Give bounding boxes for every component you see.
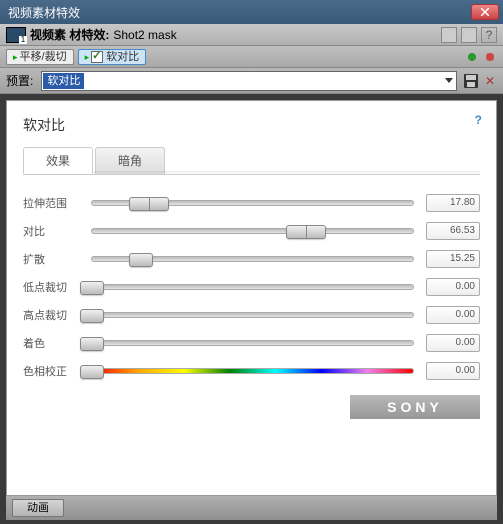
param-label: 拉伸范围 bbox=[23, 195, 91, 211]
value-input[interactable]: 17.80 bbox=[426, 194, 480, 212]
slider-handle[interactable] bbox=[80, 309, 104, 323]
tab-bar: 效果 暗角 bbox=[23, 147, 480, 175]
footer-bar: 动画 bbox=[6, 496, 497, 520]
value-input[interactable]: 0.00 bbox=[426, 306, 480, 324]
param-row: 高点裁切0.00 bbox=[23, 301, 480, 329]
chain-label: 软对比 bbox=[106, 50, 139, 64]
param-row: 扩散 15.25 bbox=[23, 245, 480, 273]
arrow-icon: ▸ bbox=[13, 50, 18, 64]
param-row: 色相校正0.00 bbox=[23, 357, 480, 385]
window-title: 视频素材特效 bbox=[4, 4, 471, 21]
slider[interactable] bbox=[91, 228, 414, 234]
chevron-down-icon bbox=[445, 78, 453, 83]
preset-dropdown[interactable]: 软对比 bbox=[41, 71, 457, 91]
slider-handle[interactable] bbox=[129, 197, 169, 211]
param-label: 对比 bbox=[23, 223, 91, 239]
preset-label: 预置: bbox=[6, 72, 33, 89]
effect-panel: 软对比 ? 效果 暗角 拉伸范围 17.80 对比 66.53 扩散 15.25 低点裁切0… bbox=[6, 100, 497, 496]
preset-bar: 预置: 软对比 ✕ bbox=[0, 68, 503, 94]
slider[interactable] bbox=[91, 284, 414, 290]
slider-handle[interactable] bbox=[80, 365, 104, 379]
help-button[interactable]: ? bbox=[481, 27, 497, 43]
header-toolbar: 视频素 材特效: Shot2 mask ? bbox=[0, 24, 503, 46]
value-input[interactable]: 0.00 bbox=[426, 278, 480, 296]
sony-logo: SONY bbox=[350, 395, 480, 419]
media-icon bbox=[6, 27, 26, 43]
param-row: 低点裁切0.00 bbox=[23, 273, 480, 301]
panel-help-button[interactable]: ? bbox=[475, 113, 482, 127]
slider-handle[interactable] bbox=[80, 337, 104, 351]
param-row: 拉伸范围 17.80 bbox=[23, 189, 480, 217]
close-button[interactable] bbox=[471, 4, 499, 20]
slider[interactable] bbox=[91, 340, 414, 346]
header-subtitle: Shot2 mask bbox=[113, 28, 176, 42]
param-row: 着色0.00 bbox=[23, 329, 480, 357]
slider[interactable] bbox=[91, 368, 414, 374]
param-label: 扩散 bbox=[23, 251, 91, 267]
remove-plugin-button[interactable] bbox=[483, 50, 497, 64]
brand-row: SONY bbox=[23, 395, 480, 419]
save-preset-button[interactable] bbox=[463, 73, 479, 89]
slider[interactable] bbox=[91, 256, 414, 262]
list-view-button[interactable] bbox=[441, 27, 457, 43]
delete-preset-button[interactable]: ✕ bbox=[483, 74, 497, 88]
slider-handle[interactable] bbox=[286, 225, 326, 239]
slider-handle[interactable] bbox=[80, 281, 104, 295]
check-icon bbox=[91, 51, 103, 63]
grid-view-button[interactable] bbox=[461, 27, 477, 43]
preset-selected: 软对比 bbox=[43, 73, 84, 89]
parameter-list: 拉伸范围 17.80 对比 66.53 扩散 15.25 低点裁切0.00高点裁切0.00着… bbox=[23, 189, 480, 385]
slider[interactable] bbox=[91, 312, 414, 318]
value-input[interactable]: 15.25 bbox=[426, 250, 480, 268]
tab-vignette[interactable]: 暗角 bbox=[95, 147, 165, 174]
titlebar: 视频素材特效 bbox=[0, 0, 503, 24]
close-icon bbox=[481, 8, 489, 16]
panel-title: 软对比 bbox=[23, 115, 480, 135]
value-input[interactable]: 0.00 bbox=[426, 334, 480, 352]
chain-item-pan-crop[interactable]: ▸ 平移/裁切 bbox=[6, 49, 74, 65]
animate-button[interactable]: 动画 bbox=[12, 499, 64, 517]
value-input[interactable]: 0.00 bbox=[426, 362, 480, 380]
slider[interactable] bbox=[91, 200, 414, 206]
param-row: 对比 66.53 bbox=[23, 217, 480, 245]
value-input[interactable]: 66.53 bbox=[426, 222, 480, 240]
slider-handle[interactable] bbox=[129, 253, 153, 267]
chain-label: 平移/裁切 bbox=[20, 50, 67, 64]
arrow-icon: ▸ bbox=[85, 50, 90, 64]
header-label: 视频素 材特效: bbox=[30, 26, 109, 43]
effect-chain-bar: ▸ 平移/裁切 ▸ 软对比 bbox=[0, 46, 503, 68]
chain-item-soft-contrast[interactable]: ▸ 软对比 bbox=[78, 49, 147, 65]
tab-effects[interactable]: 效果 bbox=[23, 147, 93, 174]
add-plugin-button[interactable] bbox=[465, 50, 479, 64]
